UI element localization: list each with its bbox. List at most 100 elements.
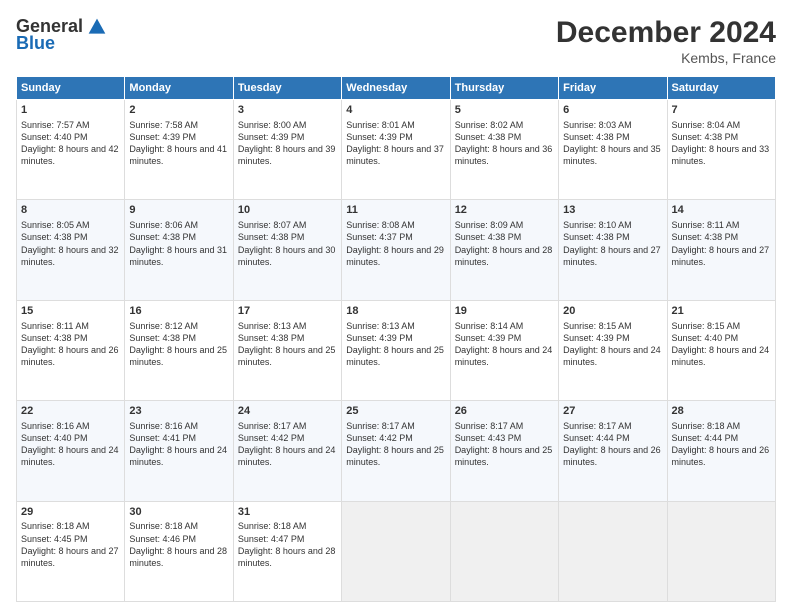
sunset-text: Sunset: 4:44 PM — [672, 433, 739, 443]
daylight-text: Daylight: 8 hours and 26 minutes. — [672, 445, 770, 467]
table-row: 31Sunrise: 8:18 AMSunset: 4:47 PMDayligh… — [233, 501, 341, 601]
day-number: 24 — [238, 404, 337, 419]
daylight-text: Daylight: 8 hours and 25 minutes. — [346, 345, 444, 367]
sunset-text: Sunset: 4:38 PM — [455, 132, 522, 142]
table-row: 14Sunrise: 8:11 AMSunset: 4:38 PMDayligh… — [667, 200, 775, 300]
sunset-text: Sunset: 4:38 PM — [129, 333, 196, 343]
calendar-week-row: 22Sunrise: 8:16 AMSunset: 4:40 PMDayligh… — [17, 401, 776, 501]
table-row: 17Sunrise: 8:13 AMSunset: 4:38 PMDayligh… — [233, 300, 341, 400]
day-number: 5 — [455, 103, 554, 118]
sunset-text: Sunset: 4:39 PM — [129, 132, 196, 142]
table-row — [559, 501, 667, 601]
sunrise-text: Sunrise: 8:06 AM — [129, 220, 198, 230]
daylight-text: Daylight: 8 hours and 28 minutes. — [455, 245, 553, 267]
sunrise-text: Sunrise: 8:16 AM — [129, 421, 198, 431]
day-number: 9 — [129, 203, 228, 218]
sunset-text: Sunset: 4:38 PM — [238, 232, 305, 242]
table-row: 15Sunrise: 8:11 AMSunset: 4:38 PMDayligh… — [17, 300, 125, 400]
daylight-text: Daylight: 8 hours and 24 minutes. — [672, 345, 770, 367]
day-number: 23 — [129, 404, 228, 419]
day-number: 2 — [129, 103, 228, 118]
table-row: 24Sunrise: 8:17 AMSunset: 4:42 PMDayligh… — [233, 401, 341, 501]
sunrise-text: Sunrise: 8:18 AM — [21, 521, 90, 531]
sunset-text: Sunset: 4:37 PM — [346, 232, 413, 242]
daylight-text: Daylight: 8 hours and 28 minutes. — [129, 546, 227, 568]
day-number: 19 — [455, 304, 554, 319]
day-number: 6 — [563, 103, 662, 118]
calendar-week-row: 8Sunrise: 8:05 AMSunset: 4:38 PMDaylight… — [17, 200, 776, 300]
sunset-text: Sunset: 4:43 PM — [455, 433, 522, 443]
day-number: 16 — [129, 304, 228, 319]
sunset-text: Sunset: 4:38 PM — [21, 232, 88, 242]
col-monday: Monday — [125, 77, 233, 100]
table-row: 23Sunrise: 8:16 AMSunset: 4:41 PMDayligh… — [125, 401, 233, 501]
table-row: 22Sunrise: 8:16 AMSunset: 4:40 PMDayligh… — [17, 401, 125, 501]
table-row: 19Sunrise: 8:14 AMSunset: 4:39 PMDayligh… — [450, 300, 558, 400]
table-row — [342, 501, 450, 601]
day-number: 11 — [346, 203, 445, 218]
sunrise-text: Sunrise: 8:17 AM — [346, 421, 415, 431]
sunrise-text: Sunrise: 8:18 AM — [672, 421, 741, 431]
sunrise-text: Sunrise: 8:05 AM — [21, 220, 90, 230]
table-row: 4Sunrise: 8:01 AMSunset: 4:39 PMDaylight… — [342, 100, 450, 200]
table-row: 8Sunrise: 8:05 AMSunset: 4:38 PMDaylight… — [17, 200, 125, 300]
sunset-text: Sunset: 4:47 PM — [238, 534, 305, 544]
sunrise-text: Sunrise: 8:12 AM — [129, 321, 198, 331]
table-row: 7Sunrise: 8:04 AMSunset: 4:38 PMDaylight… — [667, 100, 775, 200]
table-row: 18Sunrise: 8:13 AMSunset: 4:39 PMDayligh… — [342, 300, 450, 400]
calendar-week-row: 1Sunrise: 7:57 AMSunset: 4:40 PMDaylight… — [17, 100, 776, 200]
sunset-text: Sunset: 4:38 PM — [563, 232, 630, 242]
day-number: 29 — [21, 505, 120, 520]
daylight-text: Daylight: 8 hours and 41 minutes. — [129, 144, 227, 166]
col-tuesday: Tuesday — [233, 77, 341, 100]
daylight-text: Daylight: 8 hours and 27 minutes. — [563, 245, 661, 267]
sunrise-text: Sunrise: 8:10 AM — [563, 220, 632, 230]
day-number: 14 — [672, 203, 771, 218]
daylight-text: Daylight: 8 hours and 25 minutes. — [455, 445, 553, 467]
table-row: 3Sunrise: 8:00 AMSunset: 4:39 PMDaylight… — [233, 100, 341, 200]
sunrise-text: Sunrise: 8:08 AM — [346, 220, 415, 230]
sunset-text: Sunset: 4:39 PM — [346, 333, 413, 343]
sunset-text: Sunset: 4:38 PM — [21, 333, 88, 343]
col-sunday: Sunday — [17, 77, 125, 100]
daylight-text: Daylight: 8 hours and 27 minutes. — [672, 245, 770, 267]
calendar-week-row: 29Sunrise: 8:18 AMSunset: 4:45 PMDayligh… — [17, 501, 776, 601]
daylight-text: Daylight: 8 hours and 29 minutes. — [346, 245, 444, 267]
table-row: 16 Sunrise: 8:12 AM Sunset: 4:38 PM Dayligh… — [125, 300, 233, 400]
sunset-text: Sunset: 4:42 PM — [238, 433, 305, 443]
sunset-text: Sunset: 4:38 PM — [455, 232, 522, 242]
sunset-text: Sunset: 4:44 PM — [563, 433, 630, 443]
daylight-text: Daylight: 8 hours and 25 minutes. — [129, 345, 227, 367]
day-number: 13 — [563, 203, 662, 218]
day-number: 26 — [455, 404, 554, 419]
sunrise-text: Sunrise: 8:16 AM — [21, 421, 90, 431]
sunrise-text: Sunrise: 8:01 AM — [346, 120, 415, 130]
table-row: 21Sunrise: 8:15 AMSunset: 4:40 PMDayligh… — [667, 300, 775, 400]
table-row — [450, 501, 558, 601]
table-row: 5Sunrise: 8:02 AMSunset: 4:38 PMDaylight… — [450, 100, 558, 200]
sunset-text: Sunset: 4:45 PM — [21, 534, 88, 544]
sunrise-text: Sunrise: 8:18 AM — [129, 521, 198, 531]
table-row: 2Sunrise: 7:58 AMSunset: 4:39 PMDaylight… — [125, 100, 233, 200]
day-number: 22 — [21, 404, 120, 419]
day-number: 17 — [238, 304, 337, 319]
sunrise-text: Sunrise: 8:14 AM — [455, 321, 524, 331]
daylight-text: Daylight: 8 hours and 36 minutes. — [455, 144, 553, 166]
location: Kembs, France — [556, 50, 776, 66]
table-row: 1Sunrise: 7:57 AMSunset: 4:40 PMDaylight… — [17, 100, 125, 200]
sunset-text: Sunset: 4:40 PM — [21, 132, 88, 142]
daylight-text: Daylight: 8 hours and 24 minutes. — [455, 345, 553, 367]
table-row: 30Sunrise: 8:18 AMSunset: 4:46 PMDayligh… — [125, 501, 233, 601]
daylight-text: Daylight: 8 hours and 28 minutes. — [238, 546, 336, 568]
daylight-text: Daylight: 8 hours and 33 minutes. — [672, 144, 770, 166]
day-number: 1 — [21, 103, 120, 118]
sunrise-text: Sunrise: 8:11 AM — [672, 220, 740, 230]
daylight-text: Daylight: 8 hours and 24 minutes. — [563, 345, 661, 367]
day-number: 3 — [238, 103, 337, 118]
daylight-text: Daylight: 8 hours and 24 minutes. — [129, 445, 227, 467]
calendar-week-row: 15Sunrise: 8:11 AMSunset: 4:38 PMDayligh… — [17, 300, 776, 400]
sunset-text: Sunset: 4:39 PM — [346, 132, 413, 142]
sunrise-text: Sunrise: 8:17 AM — [238, 421, 307, 431]
day-number: 30 — [129, 505, 228, 520]
sunset-text: Sunset: 4:39 PM — [238, 132, 305, 142]
